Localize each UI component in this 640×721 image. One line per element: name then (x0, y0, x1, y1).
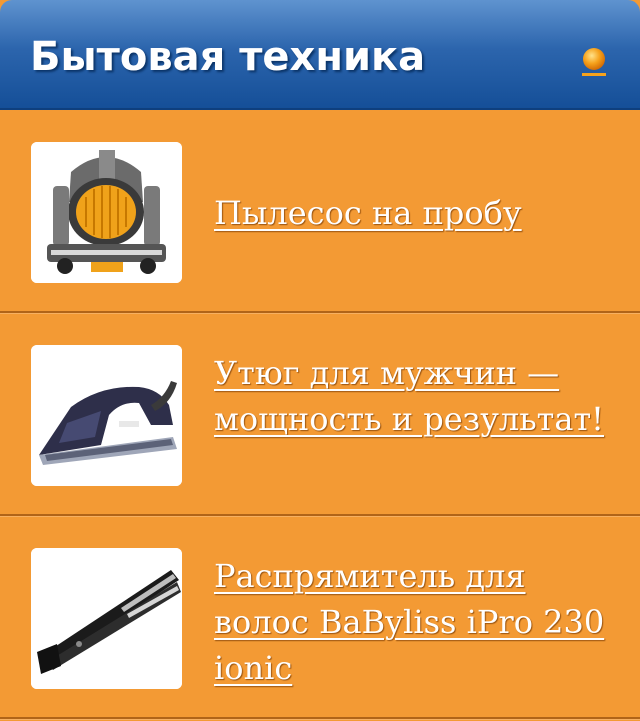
rss-feed-icon[interactable] (576, 44, 612, 80)
iron-thumbnail[interactable] (31, 345, 182, 486)
list-item: Утюг для мужчин — мощность и результат! (0, 313, 640, 516)
appliances-widget: Бытовая техника Пылесос на пробу Утюг дл… (0, 0, 640, 721)
list-item: Распрямитель для волос BaByliss iPro 230… (0, 516, 640, 719)
article-link[interactable]: Пылесос на пробу (214, 190, 622, 236)
hair-straightener-thumbnail[interactable] (31, 548, 182, 689)
article-link[interactable]: Распрямитель для волос BaByliss iPro 230… (214, 553, 622, 691)
article-link[interactable]: Утюг для мужчин — мощность и результат! (214, 350, 622, 442)
list-item: Пылесос на пробу (0, 110, 640, 313)
vacuum-cleaner-thumbnail[interactable] (31, 142, 182, 283)
widget-title: Бытовая техника (30, 34, 426, 80)
widget-header: Бытовая техника (0, 0, 640, 110)
